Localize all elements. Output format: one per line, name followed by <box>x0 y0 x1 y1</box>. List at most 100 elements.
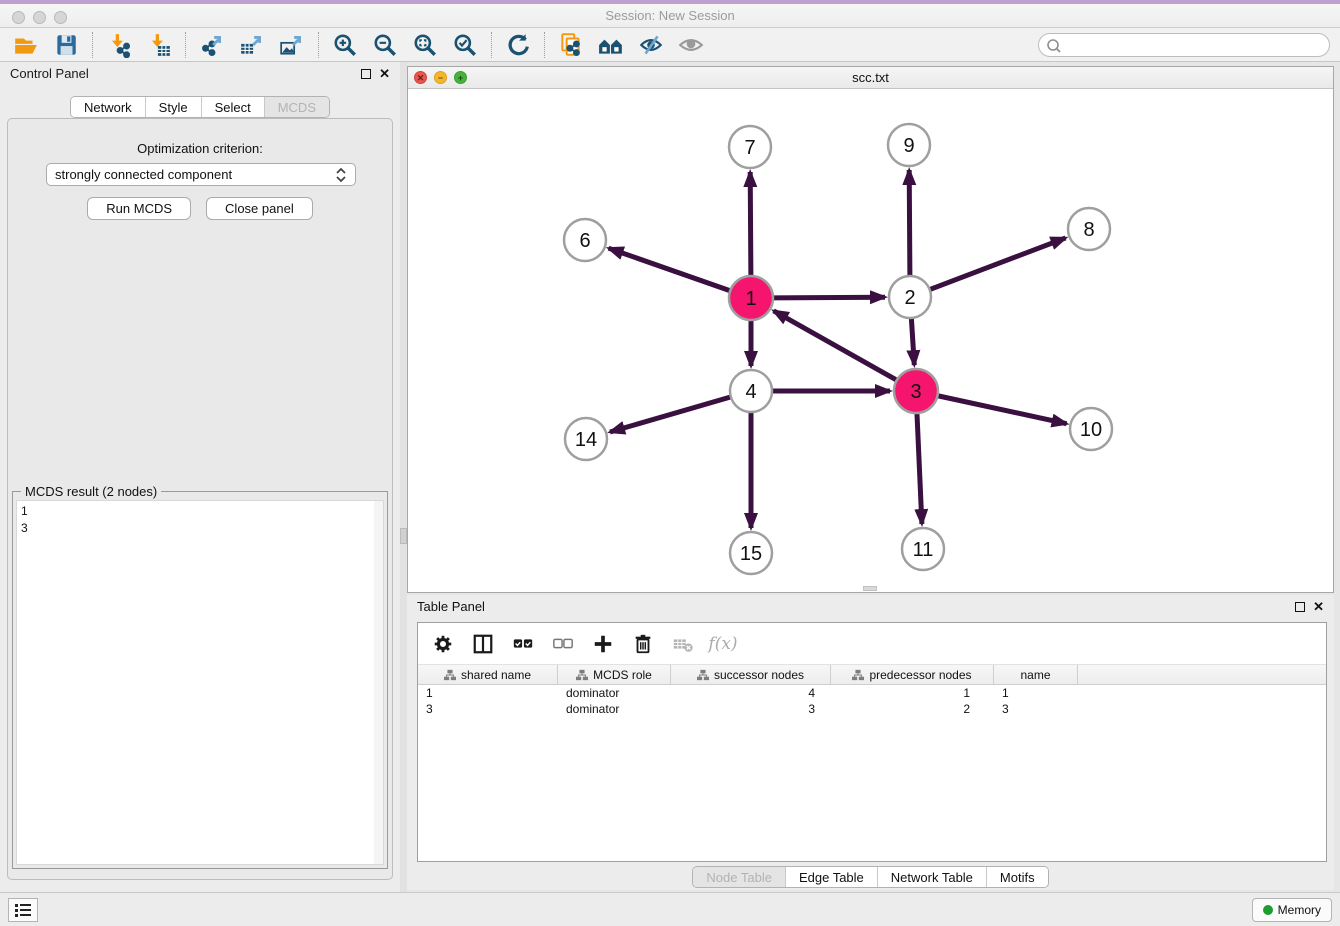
edge-3-10[interactable] <box>937 396 1067 424</box>
table-mode-gear-button[interactable] <box>430 631 456 657</box>
table-float-panel-icon[interactable] <box>1295 602 1305 612</box>
first-neighbors-button[interactable] <box>591 30 631 60</box>
table-row[interactable]: 3dominator323 <box>418 701 1326 717</box>
table-tab-edge-table[interactable]: Edge Table <box>786 867 878 887</box>
edge-2-9[interactable] <box>909 170 910 277</box>
edge-1-7[interactable] <box>750 172 751 277</box>
cell-name[interactable]: 1 <box>994 685 1078 701</box>
canvas-resize-grip[interactable] <box>863 586 877 591</box>
graph-node-2[interactable]: 2 <box>889 276 931 318</box>
graph-node-1[interactable]: 1 <box>729 276 773 320</box>
column-header-predecessor-nodes[interactable]: predecessor nodes <box>831 665 994 684</box>
table-close-panel-icon[interactable]: ✕ <box>1313 601 1324 613</box>
table-row[interactable]: 1dominator411 <box>418 685 1326 701</box>
deselect-all-columns-button[interactable] <box>550 631 576 657</box>
column-header-shared-name[interactable]: shared name <box>418 665 558 684</box>
panel-splitter[interactable] <box>400 62 407 892</box>
cell-predecessor-nodes[interactable]: 1 <box>831 685 994 701</box>
edge-3-11[interactable] <box>917 412 922 524</box>
zoom-selected-button[interactable] <box>445 30 485 60</box>
hide-selected-button[interactable] <box>631 30 671 60</box>
network-window-titlebar: ✕ − + scc.txt <box>408 67 1333 89</box>
graph-node-8[interactable]: 8 <box>1068 208 1110 250</box>
graph-node-6[interactable]: 6 <box>564 219 606 261</box>
graph-node-7[interactable]: 7 <box>729 126 771 168</box>
criterion-dropdown-value: strongly connected component <box>55 167 335 182</box>
cell-shared-name[interactable]: 3 <box>418 701 558 717</box>
network-canvas[interactable]: 7 9 6 8 1 2 4 3 14 10 15 11 <box>408 89 1333 592</box>
edge-1-2[interactable] <box>772 297 885 298</box>
tree-hierarchy-icon <box>444 669 456 681</box>
edge-1-6[interactable] <box>609 248 732 291</box>
control-tab-mcds[interactable]: MCDS <box>265 97 329 117</box>
save-session-button[interactable] <box>46 30 86 60</box>
run-mcds-button[interactable]: Run MCDS <box>87 197 191 220</box>
column-header-MCDS-role[interactable]: MCDS role <box>558 665 671 684</box>
search-field-wrap <box>1038 33 1330 57</box>
cell-shared-name[interactable]: 1 <box>418 685 558 701</box>
svg-text:15: 15 <box>740 543 762 565</box>
export-table-button[interactable] <box>232 30 272 60</box>
search-input[interactable] <box>1038 33 1330 57</box>
close-panel-button[interactable]: Close panel <box>206 197 313 220</box>
svg-text:11: 11 <box>913 539 934 561</box>
graph-node-15[interactable]: 15 <box>730 532 772 574</box>
refresh-network-button[interactable] <box>498 30 538 60</box>
open-session-button[interactable] <box>6 30 46 60</box>
svg-text:4: 4 <box>745 381 756 403</box>
memory-button[interactable]: Memory <box>1252 898 1332 922</box>
main-toolbar <box>0 28 1340 62</box>
control-tab-style[interactable]: Style <box>146 97 202 117</box>
zoom-fit-button[interactable] <box>405 30 445 60</box>
graph-node-11[interactable]: 11 <box>902 528 944 570</box>
cell-predecessor-nodes[interactable]: 2 <box>831 701 994 717</box>
export-network-button[interactable] <box>192 30 232 60</box>
control-panel-tabs: NetworkStyleSelectMCDS <box>70 96 330 118</box>
column-header-successor-nodes[interactable]: successor nodes <box>671 665 831 684</box>
result-scrollbar[interactable] <box>374 501 383 864</box>
delete-table-button <box>670 631 696 657</box>
cell-MCDS-role[interactable]: dominator <box>558 701 671 717</box>
close-panel-icon[interactable]: ✕ <box>379 68 390 80</box>
clone-network-button[interactable] <box>551 30 591 60</box>
delete-columns-button[interactable] <box>630 631 656 657</box>
cell-MCDS-role[interactable]: dominator <box>558 685 671 701</box>
edge-2-3[interactable] <box>911 317 914 365</box>
criterion-dropdown[interactable]: strongly connected component <box>46 163 356 186</box>
edge-3-1[interactable] <box>774 311 898 381</box>
import-table-button[interactable] <box>139 30 179 60</box>
control-tab-select[interactable]: Select <box>202 97 265 117</box>
select-all-columns-button[interactable] <box>510 631 536 657</box>
table-body: 1dominator4113dominator323 <box>418 685 1326 717</box>
task-history-button[interactable] <box>8 898 38 922</box>
memory-status-icon <box>1263 905 1273 915</box>
toolbar-separator <box>185 32 186 58</box>
graph-node-14[interactable]: 14 <box>565 418 607 460</box>
float-panel-icon[interactable] <box>361 69 371 79</box>
cell-name[interactable]: 3 <box>994 701 1078 717</box>
graph-node-10[interactable]: 10 <box>1070 408 1112 450</box>
table-tab-network-table[interactable]: Network Table <box>878 867 987 887</box>
column-header-name[interactable]: name <box>994 665 1078 684</box>
table-tab-motifs[interactable]: Motifs <box>987 867 1048 887</box>
export-image-button[interactable] <box>272 30 312 60</box>
edge-2-8[interactable] <box>929 238 1066 290</box>
splitter-grip[interactable] <box>400 528 407 544</box>
panel-columns-button[interactable] <box>470 631 496 657</box>
mcds-result-text[interactable]: 1 3 <box>16 500 384 865</box>
graph-node-9[interactable]: 9 <box>888 124 930 166</box>
import-network-button[interactable] <box>99 30 139 60</box>
zoom-in-button[interactable] <box>325 30 365 60</box>
cell-successor-nodes[interactable]: 3 <box>671 701 831 717</box>
graphics-details-button[interactable] <box>671 30 711 60</box>
zoom-out-button[interactable] <box>365 30 405 60</box>
cell-successor-nodes[interactable]: 4 <box>671 685 831 701</box>
graph-node-4[interactable]: 4 <box>730 370 772 412</box>
graph-node-3[interactable]: 3 <box>894 369 938 413</box>
control-tab-network[interactable]: Network <box>71 97 146 117</box>
svg-text:1: 1 <box>745 288 756 310</box>
mcds-result-title: MCDS result (2 nodes) <box>21 484 161 499</box>
table-tab-node-table[interactable]: Node Table <box>693 867 786 887</box>
edge-4-14[interactable] <box>610 397 732 432</box>
create-column-button[interactable] <box>590 631 616 657</box>
